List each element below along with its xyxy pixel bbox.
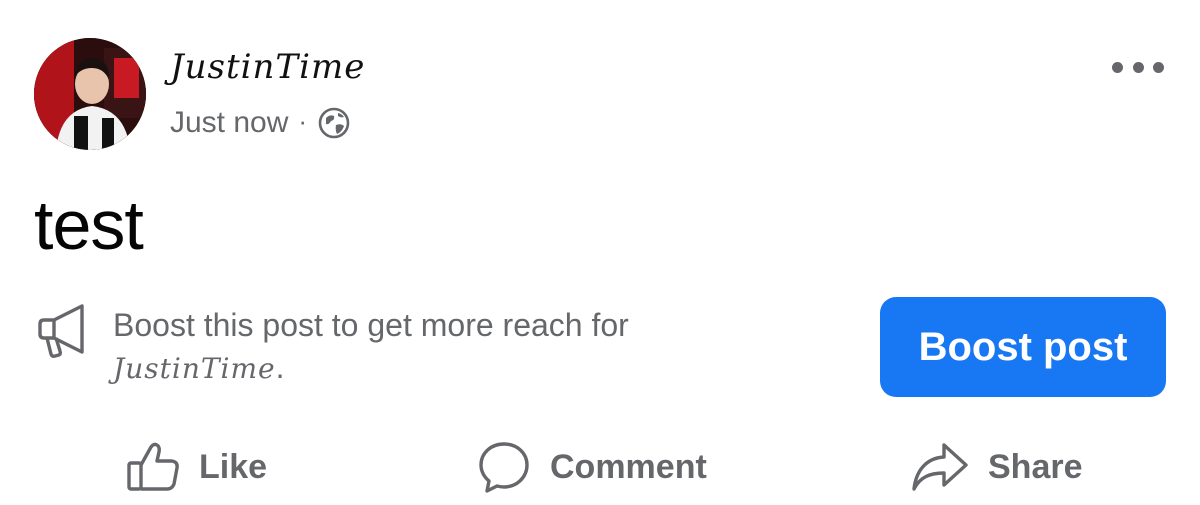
share-label: Share <box>988 447 1083 486</box>
more-dot <box>1132 61 1144 73</box>
avatar-image <box>34 38 146 150</box>
avatar[interactable] <box>34 38 146 150</box>
boost-message-page-name: JustinTime <box>113 352 276 385</box>
globe-icon[interactable] <box>317 106 351 140</box>
comment-button[interactable]: Comment <box>476 437 707 497</box>
boost-post-button[interactable]: Boost post <box>880 297 1166 397</box>
share-arrow-icon <box>910 441 970 493</box>
megaphone-icon <box>34 300 94 360</box>
like-label: Like <box>199 447 268 486</box>
boost-message-text: Boost this post to get more reach for <box>113 307 629 343</box>
more-options-icon[interactable] <box>1112 56 1164 78</box>
post-text: test <box>34 186 144 264</box>
comment-bubble-icon <box>476 439 532 495</box>
thumbs-up-icon <box>125 441 181 493</box>
meta-separator: · <box>298 105 308 136</box>
post-meta: Just now · <box>170 103 351 143</box>
author-name[interactable]: JustinTime <box>170 50 365 84</box>
post-timestamp[interactable]: Just now <box>170 106 288 140</box>
more-dot <box>1112 61 1123 73</box>
more-dot <box>1153 61 1164 73</box>
post-card: JustinTime Just now · test Boost this po… <box>0 0 1200 505</box>
boost-message-suffix: . <box>275 349 285 385</box>
boost-message: Boost this post to get more reach for Ju… <box>113 304 793 390</box>
like-button[interactable]: Like <box>125 437 267 497</box>
share-button[interactable]: Share <box>910 437 1083 497</box>
comment-label: Comment <box>550 447 707 486</box>
